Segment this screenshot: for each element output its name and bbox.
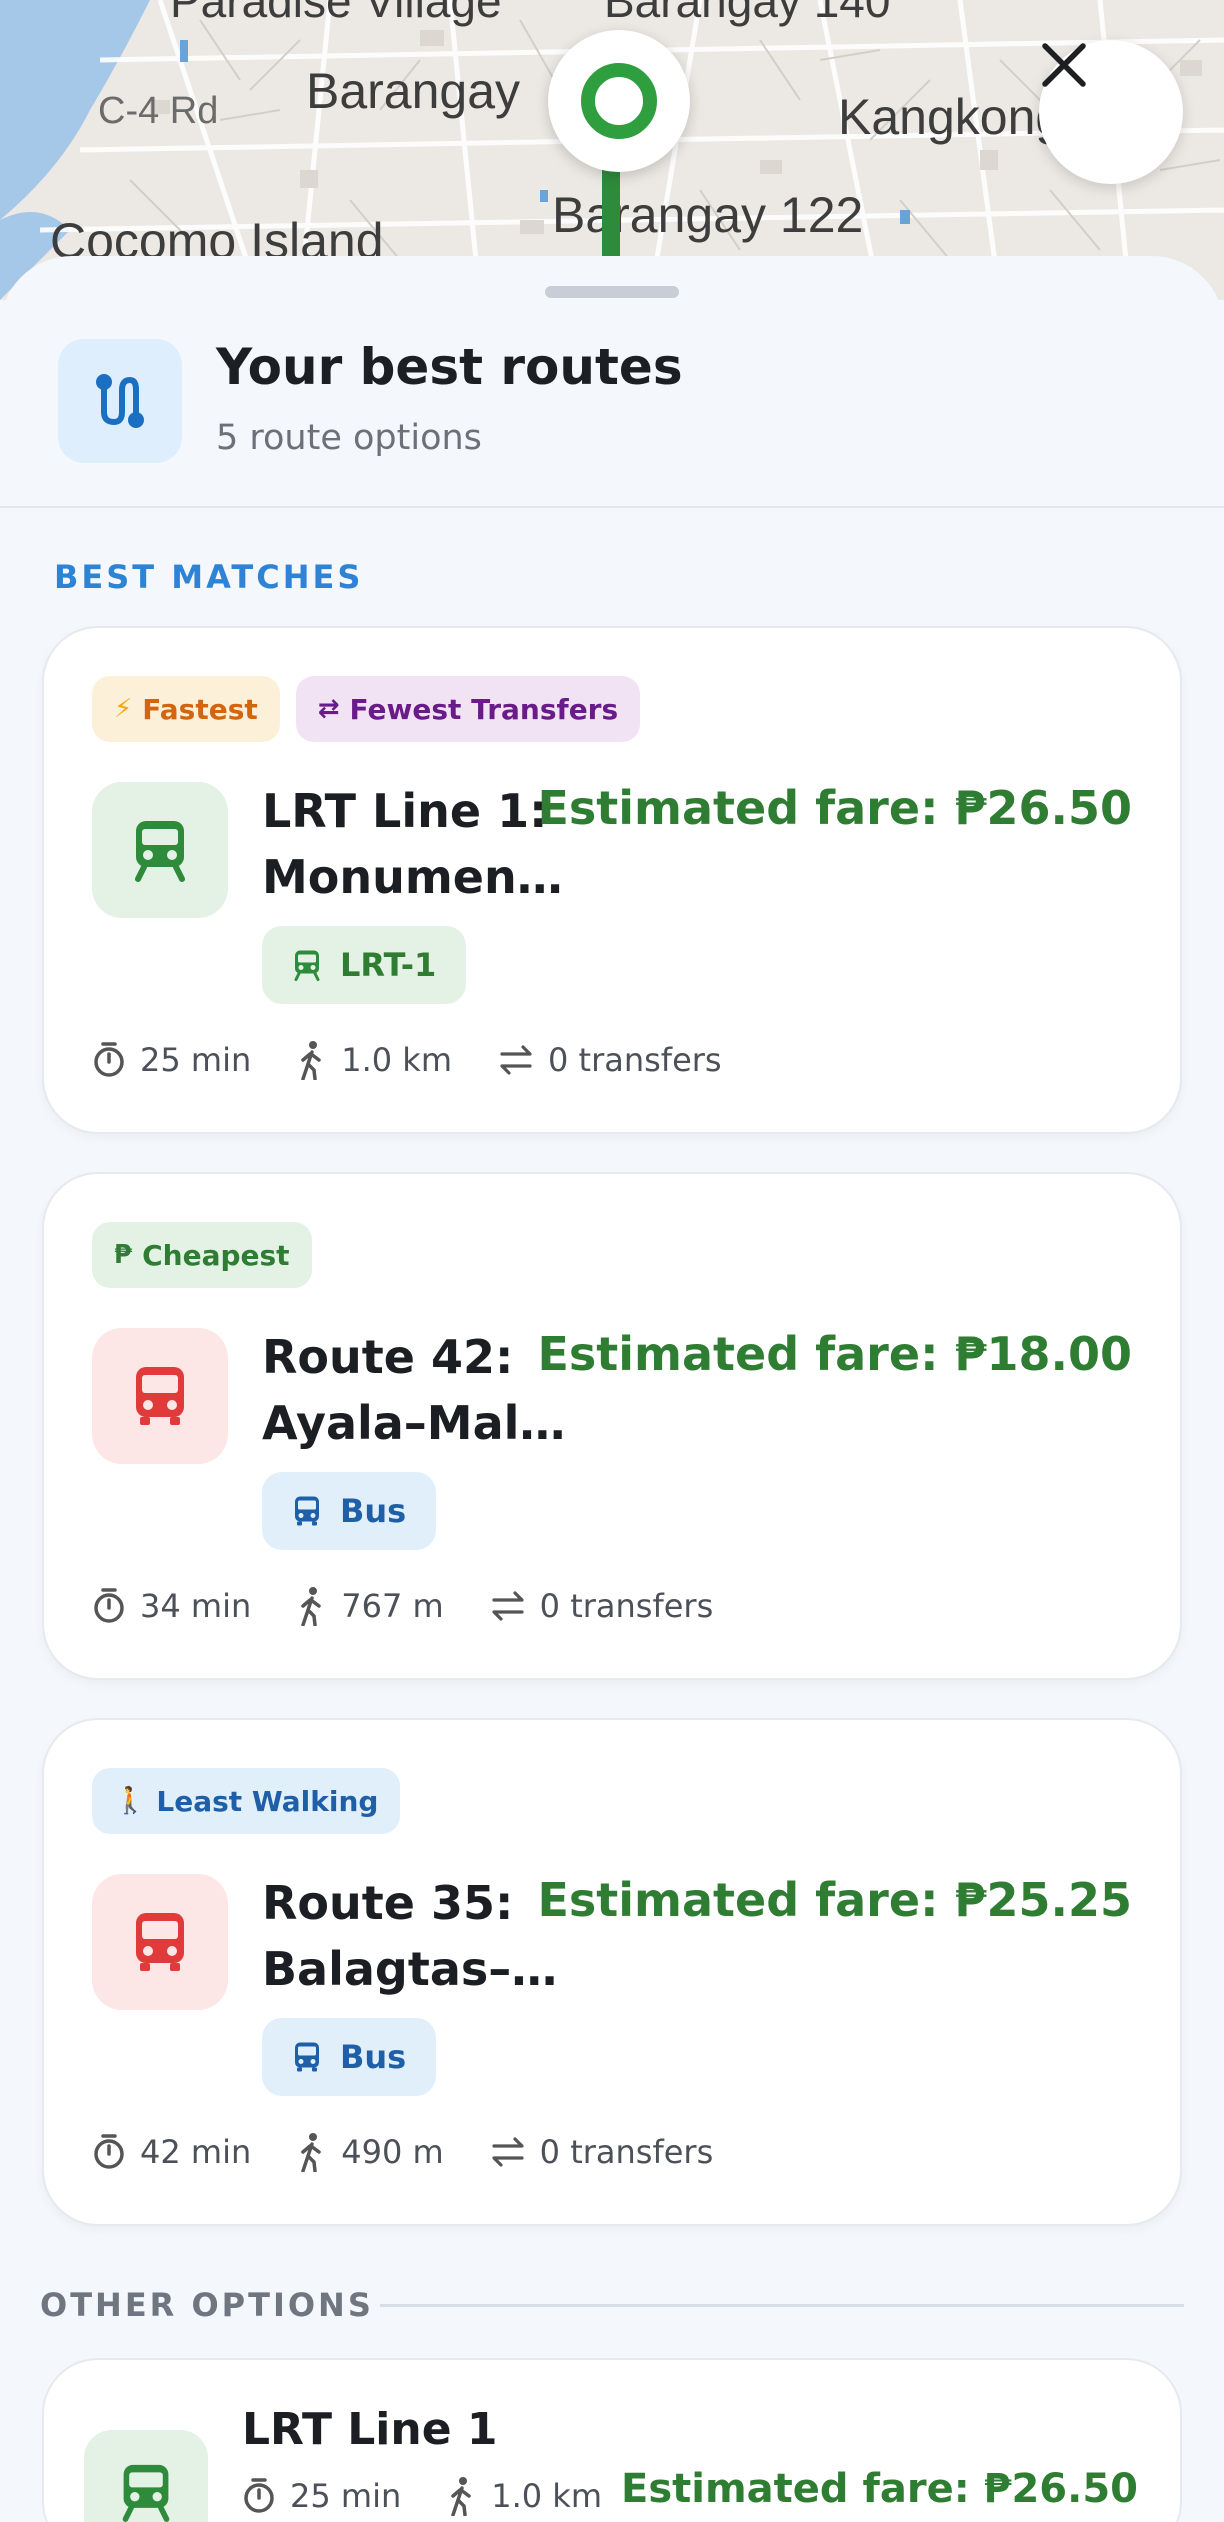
- mode-chip: Bus: [262, 1472, 437, 1550]
- peso-icon: ₱: [114, 1240, 133, 1270]
- transfer-icon: ⇄: [317, 694, 340, 724]
- mode-chip: LRT-1: [262, 926, 467, 1004]
- mode-chip-label: Bus: [340, 1492, 407, 1530]
- estimated-fare: Estimated fare: ₱26.50: [537, 781, 1132, 835]
- route-stats: 25 min 1.0 km: [242, 2476, 648, 2516]
- map-label-c4-rd: C-4 Rd: [98, 90, 219, 132]
- route-name: LRT Line 1: [242, 2404, 498, 2455]
- map-view[interactable]: Paradise Village Barangay 140 C-4 Rd Bar…: [0, 0, 1224, 300]
- bus-icon: [295, 2042, 319, 2072]
- route-name-line2: Ayala–Mala…: [262, 1396, 572, 1450]
- route-name-line2: Balagtas–N…: [262, 1942, 572, 1996]
- lightning-icon: ⚡: [114, 694, 133, 724]
- transfer-icon: [492, 1591, 524, 1621]
- duration: 25 min: [140, 1041, 252, 1079]
- section-divider: [380, 2304, 1184, 2307]
- route-card[interactable]: ⚡ Fastest ⇄ Fewest Transfers LRT Line 1:…: [42, 626, 1182, 1134]
- route-name-line1: Route 35:: [262, 1876, 514, 1930]
- estimated-fare: Estimated fare: ₱18.00: [537, 1327, 1132, 1381]
- route-stats: 42 min 490 m 0 transfers: [92, 2132, 759, 2172]
- badge-fewest-transfers: ⇄ Fewest Transfers: [295, 676, 641, 742]
- badge-label: Cheapest: [142, 1238, 290, 1272]
- duration: 34 min: [140, 1587, 252, 1625]
- duration: 42 min: [140, 2133, 252, 2171]
- route-name: Route 42: Ayala–Mala…: [262, 1324, 572, 1456]
- badge-least-walking: 🚶 Least Walking: [92, 1768, 401, 1834]
- estimated-fare: Estimated fare: ₱26.50: [621, 2466, 1138, 2512]
- route-card[interactable]: ₱ Cheapest Route 42: Ayala–Mala… Estimat…: [42, 1172, 1182, 1680]
- walk-icon: [451, 2477, 471, 2516]
- routes-bottom-sheet: Your best routes 5 route options BEST MA…: [0, 256, 1224, 2522]
- section-other-options: OTHER OPTIONS: [40, 2286, 374, 2324]
- walk-distance: 1.0 km: [341, 1041, 452, 1079]
- origin-marker[interactable]: [548, 30, 690, 172]
- transfer-count: 0 transfers: [539, 2133, 714, 2171]
- transfer-icon: [492, 2137, 524, 2167]
- walk-distance: 1.0 km: [491, 2477, 602, 2515]
- badge-label: Least Walking: [156, 1784, 379, 1818]
- train-icon: [294, 950, 320, 981]
- walk-distance: 490 m: [341, 2133, 444, 2171]
- walk-distance: 767 m: [341, 1587, 444, 1625]
- route-icon: [58, 339, 182, 463]
- route-count: 5 route options: [216, 418, 482, 458]
- timer-icon: [244, 2478, 274, 2513]
- estimated-fare: Estimated fare: ₱25.25: [537, 1873, 1132, 1927]
- route-name-line1: Route 42:: [262, 1330, 514, 1384]
- walking-person-icon: 🚶: [114, 1786, 147, 1816]
- close-icon: [1042, 43, 1086, 87]
- bus-icon: [295, 1496, 319, 1526]
- badge-fastest: ⚡ Fastest: [92, 676, 280, 742]
- map-label-barangay-140: Barangay 140: [604, 0, 891, 27]
- bus-icon: [92, 1328, 228, 1464]
- map-label-barangay: Barangay: [306, 63, 521, 119]
- transfer-count: 0 transfers: [539, 1587, 714, 1625]
- walk-icon: [301, 2133, 321, 2172]
- timer-icon: [94, 2134, 124, 2169]
- badge-label: Fastest: [142, 692, 258, 726]
- route-stats: 34 min 767 m 0 transfers: [92, 1586, 759, 1626]
- bus-icon: [92, 1874, 228, 2010]
- map-label-barangay-122: Barangay 122: [552, 187, 864, 243]
- route-name: Route 35: Balagtas–N…: [262, 1870, 572, 2002]
- route-name-line1: LRT Line 1:: [262, 784, 548, 838]
- sheet-header: Your best routes 5 route options: [0, 256, 1224, 508]
- walk-icon: [301, 1587, 321, 1626]
- badge-label: Fewest Transfers: [349, 692, 619, 726]
- section-best-matches: BEST MATCHES: [54, 558, 364, 596]
- route-stats: 25 min 1.0 km 0 transfers: [92, 1040, 768, 1080]
- close-button[interactable]: [1039, 40, 1183, 184]
- route-name: LRT Line 1: Monumento…: [262, 778, 572, 910]
- map-label-paradise-village: Paradise Village: [170, 0, 502, 27]
- route-name-line2: Monumento…: [262, 850, 572, 904]
- train-icon: [84, 2430, 208, 2522]
- transfer-icon: [500, 1045, 532, 1075]
- transfer-count: 0 transfers: [548, 1041, 722, 1079]
- badge-cheapest: ₱ Cheapest: [92, 1222, 312, 1288]
- timer-icon: [94, 1042, 124, 1077]
- page-title: Your best routes: [216, 338, 683, 396]
- timer-icon: [94, 1588, 124, 1623]
- mode-chip-label: Bus: [340, 2038, 407, 2076]
- train-icon: [92, 782, 228, 918]
- route-card[interactable]: LRT Line 1 25 min 1.0 km Estimated fare:…: [42, 2358, 1182, 2522]
- mode-chip: Bus: [262, 2018, 437, 2096]
- origin-marker-icon: [581, 63, 657, 139]
- walk-icon: [301, 1041, 321, 1080]
- mode-chip-label: LRT-1: [340, 946, 437, 984]
- route-card[interactable]: 🚶 Least Walking Route 35: Balagtas–N… Es…: [42, 1718, 1182, 2226]
- map-label-kangkong: Kangkong: [838, 89, 1064, 145]
- duration: 25 min: [290, 2477, 402, 2515]
